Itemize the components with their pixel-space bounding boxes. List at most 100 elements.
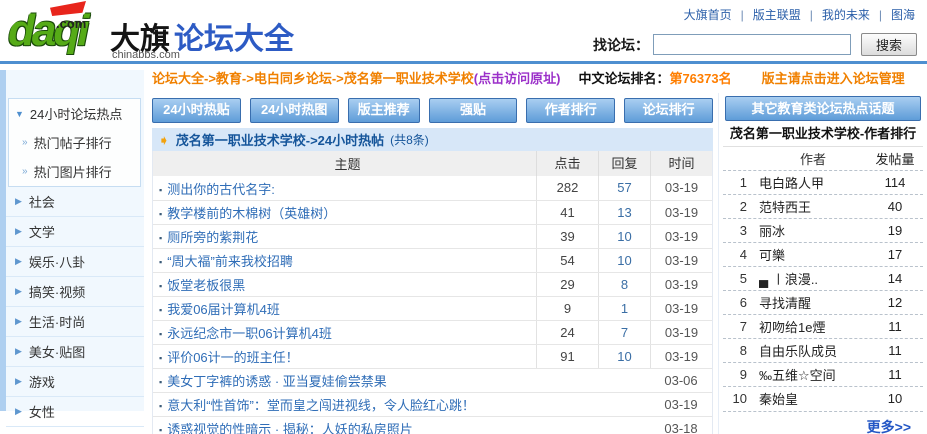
- author-rank: 1: [723, 175, 753, 190]
- chevron-right-icon: ▶: [15, 256, 22, 267]
- sidebar-category-item[interactable]: ▶ 搞笑·视频: [6, 277, 144, 307]
- top-nav: 大旗首页版主联盟我的未来图海: [684, 6, 915, 23]
- topic-cell: ▪ 意大利“性首饰”：堂而皇之闯进视线，令人脸红心跳！: [153, 395, 650, 414]
- sidebar-subitem[interactable]: » 热门帖子排行: [9, 128, 140, 157]
- tab-button[interactable]: 24小时热图: [250, 98, 339, 123]
- author-ranking-table: 作者 发帖量 1 电白路人甲 114 2 范特西王: [723, 146, 923, 433]
- sidebar-category-item[interactable]: ▶ 女性: [6, 397, 144, 427]
- author-name-link[interactable]: 自由乐队成员: [753, 341, 867, 360]
- topic-link[interactable]: 评价06计一的班主任！: [167, 350, 298, 365]
- author-row: 1 电白路人甲 114: [723, 170, 923, 194]
- tab-button[interactable]: 论坛排行: [624, 98, 713, 123]
- table-row: ▪“周大福”前来我校招聘 54 10 03-19: [153, 248, 712, 272]
- author-name-link[interactable]: 丽冰: [753, 221, 867, 240]
- brand-title: 论坛大全: [174, 23, 294, 56]
- brand-daqi: daqi: [8, 8, 86, 54]
- author-name-link[interactable]: 初吻给1e煙: [753, 317, 867, 336]
- content: ▼ 24小时论坛热点 » 热门帖子排行 » 热门图片排行: [0, 93, 927, 434]
- clicks-cell: 24: [536, 321, 598, 344]
- tab-button[interactable]: 强贴: [429, 98, 518, 123]
- author-name-link[interactable]: 秦始皇: [753, 389, 867, 408]
- more-authors-link[interactable]: 更多>>: [723, 411, 923, 433]
- daqi-logo[interactable]: daqi .com 大旗论坛大全 chinabbs.com: [6, 0, 306, 62]
- sidebar-category-item[interactable]: ▶ 娱乐·八卦: [6, 247, 144, 277]
- topic-link[interactable]: 诱惑视觉的性暗示 · 揭秘：人妖的私房照片: [167, 422, 413, 434]
- topic-link[interactable]: 教学楼前的木棉树（英雄树）: [167, 206, 336, 221]
- sidebar-subitem-label: 热门图片排行: [34, 162, 112, 181]
- tab-button[interactable]: 版主推荐: [348, 98, 420, 123]
- tab-button[interactable]: 24小时热贴: [152, 98, 241, 123]
- topic-link[interactable]: 我爱06届计算机4班: [167, 302, 280, 317]
- nav-link[interactable]: 图海: [870, 8, 915, 22]
- nav-link[interactable]: 我的未来: [801, 8, 870, 22]
- breadcrumb-path[interactable]: 论坛大全->教育->电白同乡论坛->茂名第一职业技术学校: [152, 68, 474, 87]
- author-rank: 6: [723, 295, 753, 310]
- header-replies: 回复: [598, 151, 650, 176]
- chevron-right-icon: ▶: [15, 406, 22, 417]
- topic-cell: ▪饭堂老板很黑: [153, 275, 536, 294]
- header-posts: 发帖量: [867, 149, 923, 168]
- replies-cell: 10: [598, 345, 650, 368]
- author-name-link[interactable]: 电白路人甲: [753, 173, 867, 192]
- table-row: ▪测出你的古代名字: 282 57 03-19: [153, 176, 712, 200]
- author-name-link[interactable]: 范特西王: [753, 197, 867, 216]
- author-table-header: 作者 发帖量: [723, 146, 923, 170]
- right-panel: 其它教育类论坛热点话题 茂名第一职业技术学校-作者排行 作者 发帖量 1 电白路…: [718, 93, 927, 434]
- author-rank: 10: [723, 391, 753, 406]
- visit-origin-link[interactable]: (点击访问原址): [474, 68, 561, 87]
- sidebar-category-item[interactable]: ▶ 文学: [6, 217, 144, 247]
- sidebar-category-item[interactable]: ▶ 生活·时尚: [6, 307, 144, 337]
- search-input[interactable]: [653, 34, 851, 55]
- table-row: ▪我爱06届计算机4班 9 1 03-19: [153, 296, 712, 320]
- replies-cell: 10: [598, 249, 650, 272]
- topic-link[interactable]: 测出你的古代名字:: [167, 182, 275, 197]
- sidebar-category-item[interactable]: ▶ IT: [6, 427, 144, 434]
- admin-login-link[interactable]: 版主请点击进入论坛管理: [762, 68, 905, 87]
- rank-value: 第76373名: [669, 68, 731, 87]
- topic-link[interactable]: 意大利“性首饰”：堂而皇之闯进视线，令人脸红心跳！: [167, 398, 475, 413]
- main-panel: 24小时热贴 24小时热图版主推荐强贴作者排行论坛排行 ➧ 茂名第一职业技术学校-…: [144, 93, 718, 434]
- topic-link[interactable]: 厕所旁的紫荆花: [167, 230, 258, 245]
- author-post-count: 12: [867, 295, 923, 310]
- author-row: 3 丽冰 19: [723, 218, 923, 242]
- nav-link[interactable]: 大旗首页: [684, 8, 732, 22]
- sidebar-category-item[interactable]: ▶ 游戏: [6, 367, 144, 397]
- topic-link[interactable]: 永远纪念市一职06计算机4班: [167, 326, 332, 341]
- sidebar-hot-label: 24小时论坛热点: [30, 104, 122, 123]
- author-post-count: 40: [867, 199, 923, 214]
- bullet-icon: ▪: [159, 401, 162, 411]
- sidebar-item-24h-hotspot[interactable]: ▼ 24小时论坛热点: [9, 99, 140, 128]
- bullet-icon: ▪: [159, 233, 162, 243]
- date-cell: 03-19: [650, 345, 712, 368]
- table-row: ▪饭堂老板很黑 29 8 03-19: [153, 272, 712, 296]
- chevron-right-icon: ▶: [15, 376, 22, 387]
- sidebar-category-item[interactable]: ▶ 社会: [6, 187, 144, 217]
- topic-link[interactable]: 饭堂老板很黑: [167, 278, 245, 293]
- nav-link[interactable]: 版主联盟: [732, 8, 801, 22]
- tab-button[interactable]: 作者排行: [526, 98, 615, 123]
- topic-link[interactable]: 美女丁字裤的诱惑 · 亚当夏娃偷尝禁果: [167, 374, 387, 389]
- author-name-link[interactable]: ‰五维☆空间: [753, 365, 867, 384]
- topic-link[interactable]: “周大福”前来我校招聘: [167, 254, 293, 269]
- date-cell: 03-19: [650, 273, 712, 296]
- sidebar-category-label: 生活·时尚: [29, 312, 85, 331]
- table-row: ▪美女丁字裤的诱惑 · 亚当夏娃偷尝禁果 03-06: [153, 368, 712, 392]
- search-button[interactable]: 搜索: [861, 33, 917, 56]
- author-row: 9 ‰五维☆空间 11: [723, 362, 923, 386]
- author-row: 2 范特西王 40: [723, 194, 923, 218]
- topic-cell: ▪“周大福”前来我校招聘: [153, 251, 536, 270]
- sidebar-subitem-label: 热门帖子排行: [34, 133, 112, 152]
- author-rank: 3: [723, 223, 753, 238]
- sidebar-category-item[interactable]: ▶ 美女·贴图: [6, 337, 144, 367]
- author-name-link[interactable]: ▄ 〡浪漫..: [753, 269, 867, 288]
- author-rank: 2: [723, 199, 753, 214]
- section-title-bar: ➧ 茂名第一职业技术学校->24小时热帖 (共8条): [152, 128, 713, 151]
- header: daqi .com 大旗论坛大全 chinabbs.com 大旗首页版主联盟我的…: [0, 0, 927, 64]
- author-rank: 9: [723, 367, 753, 382]
- author-name-link[interactable]: 寻找清醒: [753, 293, 867, 312]
- other-education-topics-button[interactable]: 其它教育类论坛热点话题: [725, 96, 921, 121]
- sidebar-subitem[interactable]: » 热门图片排行: [9, 157, 140, 186]
- author-name-link[interactable]: 可樂: [753, 245, 867, 264]
- author-post-count: 14: [867, 271, 923, 286]
- sidebar-category-label: 娱乐·八卦: [29, 252, 85, 271]
